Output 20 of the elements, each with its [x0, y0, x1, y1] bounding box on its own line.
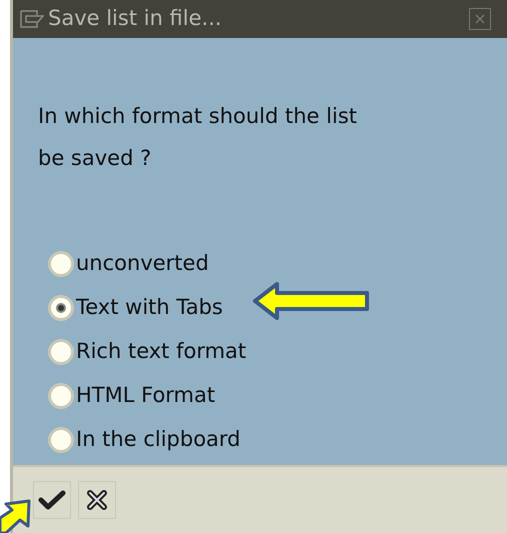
radio-button[interactable]	[48, 339, 74, 365]
confirm-button[interactable]	[33, 481, 71, 519]
radio-button[interactable]	[48, 427, 74, 453]
question-text: In which format should the list be saved ?	[38, 103, 358, 172]
format-radio[interactable]: Text with Tabs	[48, 291, 223, 325]
checkmark-icon	[38, 489, 66, 511]
close-icon	[473, 12, 487, 26]
format-radio[interactable]: HTML Format	[48, 379, 216, 413]
pointer-arrow	[0, 498, 32, 533]
cancel-button[interactable]	[78, 481, 116, 519]
close-button[interactable]	[469, 8, 491, 30]
cross-icon	[85, 488, 109, 512]
radio-button[interactable]	[48, 251, 74, 277]
radio-button[interactable]	[48, 383, 74, 409]
format-radio[interactable]: Rich text format	[48, 335, 246, 369]
window-title: Save list in file...	[48, 5, 223, 32]
dialog-icon	[19, 9, 45, 29]
format-radio[interactable]: unconverted	[48, 247, 209, 281]
radio-button[interactable]	[48, 295, 74, 321]
format-radio[interactable]: In the clipboard	[48, 423, 241, 457]
